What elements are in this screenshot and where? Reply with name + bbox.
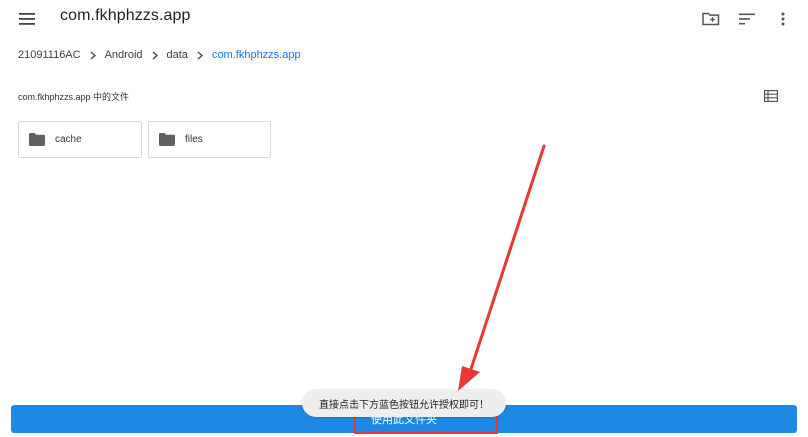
section-title: com.fkhphzzs.app 中的文件 — [18, 92, 130, 102]
folder-name: cache — [55, 134, 82, 145]
folder-item-files[interactable]: files — [148, 121, 271, 158]
list-view-icon — [764, 90, 778, 102]
breadcrumb-item-android[interactable]: Android — [105, 49, 143, 61]
chevron-right-icon — [143, 51, 167, 60]
menu-button[interactable] — [16, 8, 38, 30]
more-options-button[interactable] — [772, 8, 794, 30]
new-folder-icon — [702, 12, 720, 26]
folder-icon — [159, 133, 177, 147]
breadcrumb: 21091116AC Android data com.fkhphzzs.app — [18, 46, 301, 64]
toast-text: 直接点击下方蓝色按钮允许授权即可！ — [319, 399, 489, 411]
toast-message: 直接点击下方蓝色按钮允许授权即可！ — [302, 389, 506, 417]
view-toggle-button[interactable] — [762, 87, 780, 105]
chevron-right-icon — [188, 51, 212, 60]
breadcrumb-item-current[interactable]: com.fkhphzzs.app — [212, 49, 301, 61]
folder-item-cache[interactable]: cache — [18, 121, 142, 158]
page-title: com.fkhphzzs.app — [60, 7, 191, 24]
chevron-right-icon — [81, 51, 105, 60]
breadcrumb-item-data[interactable]: data — [167, 49, 188, 61]
menu-icon — [19, 13, 35, 25]
folder-name: files — [185, 134, 203, 145]
sort-icon — [739, 13, 755, 25]
folder-icon — [29, 133, 47, 147]
more-vert-icon — [781, 12, 785, 26]
annotation-arrow — [458, 144, 546, 391]
sort-button[interactable] — [736, 8, 758, 30]
top-app-bar: com.fkhphzzs.app — [0, 0, 808, 38]
new-folder-button[interactable] — [700, 8, 722, 30]
breadcrumb-item-root[interactable]: 21091116AC — [18, 49, 81, 61]
